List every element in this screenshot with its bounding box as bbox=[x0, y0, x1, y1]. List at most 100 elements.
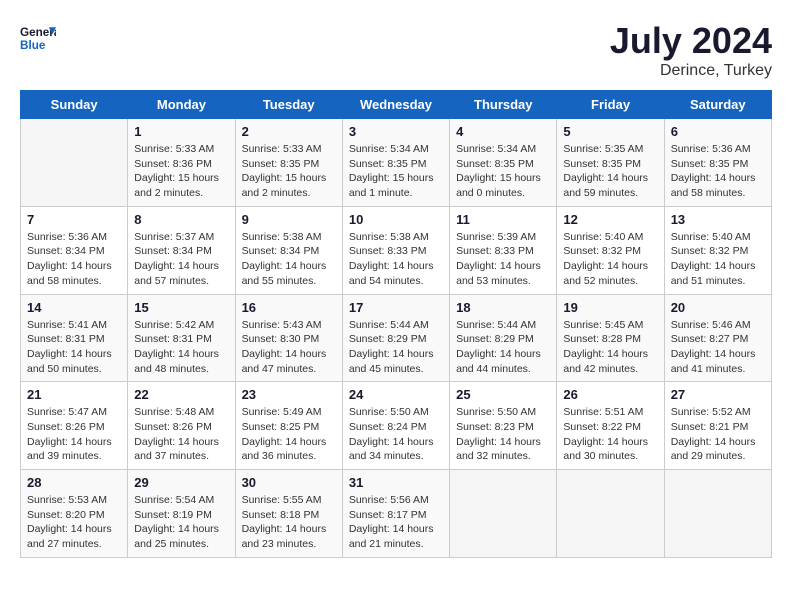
day-info: Sunrise: 5:50 AM Sunset: 8:24 PM Dayligh… bbox=[349, 405, 443, 464]
day-info: Sunrise: 5:56 AM Sunset: 8:17 PM Dayligh… bbox=[349, 493, 443, 552]
day-number: 17 bbox=[349, 300, 443, 315]
day-number: 1 bbox=[134, 124, 228, 139]
day-info: Sunrise: 5:52 AM Sunset: 8:21 PM Dayligh… bbox=[671, 405, 765, 464]
day-number: 12 bbox=[563, 212, 657, 227]
day-info: Sunrise: 5:51 AM Sunset: 8:22 PM Dayligh… bbox=[563, 405, 657, 464]
calendar-cell bbox=[450, 470, 557, 558]
calendar-cell: 15Sunrise: 5:42 AM Sunset: 8:31 PM Dayli… bbox=[128, 294, 235, 382]
col-header-wednesday: Wednesday bbox=[342, 91, 449, 119]
calendar-cell: 22 Sunrise: 5:48 AM Sunset: 8:26 PM Dayli… bbox=[128, 382, 235, 470]
col-header-tuesday: Tuesday bbox=[235, 91, 342, 119]
day-info: Sunrise: 5:40 AM Sunset: 8:32 PM Dayligh… bbox=[563, 230, 657, 289]
week-row-2: 7Sunrise: 5:36 AM Sunset: 8:34 PM Daylig… bbox=[21, 206, 772, 294]
col-header-sunday: Sunday bbox=[21, 91, 128, 119]
day-number: 29 bbox=[134, 475, 228, 490]
calendar-cell: 31 Sunrise: 5:56 AM Sunset: 8:17 PM Dayli… bbox=[342, 470, 449, 558]
calendar-cell: 4 Sunrise: 5:34 AM Sunset: 8:35 PM Daylig… bbox=[450, 119, 557, 207]
day-number: 13 bbox=[671, 212, 765, 227]
calendar-cell: 18 Sunrise: 5:44 AM Sunset: 8:29 PM Dayli… bbox=[450, 294, 557, 382]
day-info: Sunrise: 5:48 AM Sunset: 8:26 PM Dayligh… bbox=[134, 405, 228, 464]
day-number: 28 bbox=[27, 475, 121, 490]
calendar-cell: 16Sunrise: 5:43 AM Sunset: 8:30 PM Dayli… bbox=[235, 294, 342, 382]
week-row-5: 28 Sunrise: 5:53 AM Sunset: 8:20 PM Dayli… bbox=[21, 470, 772, 558]
day-info: Sunrise: 5:40 AM Sunset: 8:32 PM Dayligh… bbox=[671, 230, 765, 289]
day-info: Sunrise: 5:38 AM Sunset: 8:34 PM Dayligh… bbox=[242, 230, 336, 289]
calendar-cell bbox=[664, 470, 771, 558]
day-info: Sunrise: 5:36 AM Sunset: 8:34 PM Dayligh… bbox=[27, 230, 121, 289]
day-number: 5 bbox=[563, 124, 657, 139]
calendar-cell: 8 Sunrise: 5:37 AM Sunset: 8:34 PM Daylig… bbox=[128, 206, 235, 294]
calendar-cell: 6Sunrise: 5:36 AM Sunset: 8:35 PM Daylig… bbox=[664, 119, 771, 207]
calendar-cell: 26 Sunrise: 5:51 AM Sunset: 8:22 PM Dayli… bbox=[557, 382, 664, 470]
calendar-cell bbox=[21, 119, 128, 207]
col-header-monday: Monday bbox=[128, 91, 235, 119]
calendar-cell: 24Sunrise: 5:50 AM Sunset: 8:24 PM Dayli… bbox=[342, 382, 449, 470]
day-info: Sunrise: 5:44 AM Sunset: 8:29 PM Dayligh… bbox=[456, 318, 550, 377]
day-number: 9 bbox=[242, 212, 336, 227]
calendar-cell: 25 Sunrise: 5:50 AM Sunset: 8:23 PM Dayli… bbox=[450, 382, 557, 470]
day-info: Sunrise: 5:33 AM Sunset: 8:35 PM Dayligh… bbox=[242, 142, 336, 201]
month-year-title: July 2024 bbox=[610, 20, 772, 62]
calendar-cell: 21 Sunrise: 5:47 AM Sunset: 8:26 PM Dayli… bbox=[21, 382, 128, 470]
day-info: Sunrise: 5:45 AM Sunset: 8:28 PM Dayligh… bbox=[563, 318, 657, 377]
day-info: Sunrise: 5:35 AM Sunset: 8:35 PM Dayligh… bbox=[563, 142, 657, 201]
day-info: Sunrise: 5:39 AM Sunset: 8:33 PM Dayligh… bbox=[456, 230, 550, 289]
day-info: Sunrise: 5:38 AM Sunset: 8:33 PM Dayligh… bbox=[349, 230, 443, 289]
day-info: Sunrise: 5:41 AM Sunset: 8:31 PM Dayligh… bbox=[27, 318, 121, 377]
calendar-cell bbox=[557, 470, 664, 558]
day-number: 11 bbox=[456, 212, 550, 227]
day-info: Sunrise: 5:46 AM Sunset: 8:27 PM Dayligh… bbox=[671, 318, 765, 377]
week-row-1: 1Sunrise: 5:33 AM Sunset: 8:36 PM Daylig… bbox=[21, 119, 772, 207]
day-info: Sunrise: 5:44 AM Sunset: 8:29 PM Dayligh… bbox=[349, 318, 443, 377]
day-info: Sunrise: 5:42 AM Sunset: 8:31 PM Dayligh… bbox=[134, 318, 228, 377]
day-number: 31 bbox=[349, 475, 443, 490]
calendar-cell: 23 Sunrise: 5:49 AM Sunset: 8:25 PM Dayli… bbox=[235, 382, 342, 470]
day-number: 26 bbox=[563, 387, 657, 402]
page-header: General Blue July 2024 Derince, Turkey bbox=[20, 20, 772, 80]
week-row-4: 21 Sunrise: 5:47 AM Sunset: 8:26 PM Dayli… bbox=[21, 382, 772, 470]
day-number: 2 bbox=[242, 124, 336, 139]
location-subtitle: Derince, Turkey bbox=[610, 62, 772, 80]
calendar-cell: 17 Sunrise: 5:44 AM Sunset: 8:29 PM Dayli… bbox=[342, 294, 449, 382]
calendar-cell: 3 Sunrise: 5:34 AM Sunset: 8:35 PM Daylig… bbox=[342, 119, 449, 207]
day-info: Sunrise: 5:43 AM Sunset: 8:30 PM Dayligh… bbox=[242, 318, 336, 377]
day-number: 10 bbox=[349, 212, 443, 227]
col-header-thursday: Thursday bbox=[450, 91, 557, 119]
calendar-header-row: SundayMondayTuesdayWednesdayThursdayFrid… bbox=[21, 91, 772, 119]
day-info: Sunrise: 5:36 AM Sunset: 8:35 PM Dayligh… bbox=[671, 142, 765, 201]
day-number: 21 bbox=[27, 387, 121, 402]
calendar-cell: 14Sunrise: 5:41 AM Sunset: 8:31 PM Dayli… bbox=[21, 294, 128, 382]
calendar-cell: 7Sunrise: 5:36 AM Sunset: 8:34 PM Daylig… bbox=[21, 206, 128, 294]
day-info: Sunrise: 5:47 AM Sunset: 8:26 PM Dayligh… bbox=[27, 405, 121, 464]
calendar-cell: 12 Sunrise: 5:40 AM Sunset: 8:32 PM Dayli… bbox=[557, 206, 664, 294]
day-number: 25 bbox=[456, 387, 550, 402]
day-number: 3 bbox=[349, 124, 443, 139]
title-block: July 2024 Derince, Turkey bbox=[610, 20, 772, 80]
day-info: Sunrise: 5:34 AM Sunset: 8:35 PM Dayligh… bbox=[349, 142, 443, 201]
day-number: 8 bbox=[134, 212, 228, 227]
logo-icon: General Blue bbox=[20, 20, 56, 56]
day-number: 20 bbox=[671, 300, 765, 315]
day-info: Sunrise: 5:54 AM Sunset: 8:19 PM Dayligh… bbox=[134, 493, 228, 552]
day-number: 18 bbox=[456, 300, 550, 315]
calendar-cell: 11 Sunrise: 5:39 AM Sunset: 8:33 PM Dayli… bbox=[450, 206, 557, 294]
day-number: 22 bbox=[134, 387, 228, 402]
day-info: Sunrise: 5:55 AM Sunset: 8:18 PM Dayligh… bbox=[242, 493, 336, 552]
day-info: Sunrise: 5:49 AM Sunset: 8:25 PM Dayligh… bbox=[242, 405, 336, 464]
day-info: Sunrise: 5:34 AM Sunset: 8:35 PM Dayligh… bbox=[456, 142, 550, 201]
day-info: Sunrise: 5:50 AM Sunset: 8:23 PM Dayligh… bbox=[456, 405, 550, 464]
calendar-cell: 5 Sunrise: 5:35 AM Sunset: 8:35 PM Daylig… bbox=[557, 119, 664, 207]
col-header-friday: Friday bbox=[557, 91, 664, 119]
calendar-cell: 9 Sunrise: 5:38 AM Sunset: 8:34 PM Daylig… bbox=[235, 206, 342, 294]
calendar-cell: 20 Sunrise: 5:46 AM Sunset: 8:27 PM Dayli… bbox=[664, 294, 771, 382]
day-info: Sunrise: 5:53 AM Sunset: 8:20 PM Dayligh… bbox=[27, 493, 121, 552]
day-number: 4 bbox=[456, 124, 550, 139]
week-row-3: 14Sunrise: 5:41 AM Sunset: 8:31 PM Dayli… bbox=[21, 294, 772, 382]
logo: General Blue bbox=[20, 20, 56, 56]
calendar-cell: 19 Sunrise: 5:45 AM Sunset: 8:28 PM Dayli… bbox=[557, 294, 664, 382]
day-info: Sunrise: 5:37 AM Sunset: 8:34 PM Dayligh… bbox=[134, 230, 228, 289]
day-number: 19 bbox=[563, 300, 657, 315]
day-number: 23 bbox=[242, 387, 336, 402]
col-header-saturday: Saturday bbox=[664, 91, 771, 119]
calendar-cell: 1Sunrise: 5:33 AM Sunset: 8:36 PM Daylig… bbox=[128, 119, 235, 207]
